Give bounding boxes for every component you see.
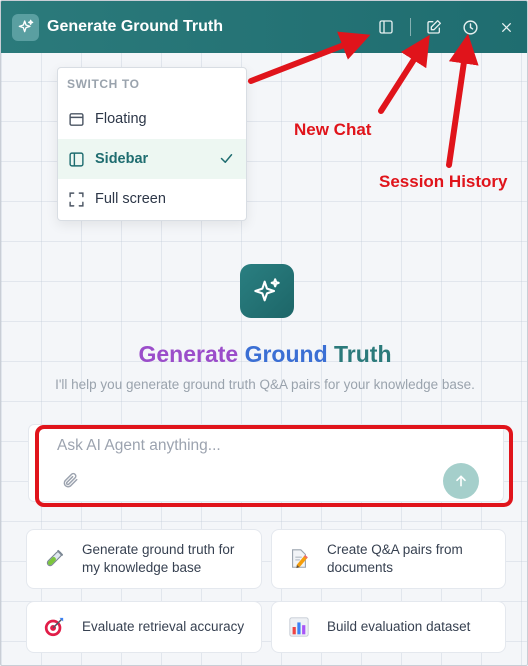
fullscreen-icon	[66, 189, 86, 209]
arrow-up-icon	[456, 475, 466, 487]
sidebar-toggle-icon	[379, 20, 393, 34]
suggestion-label: Evaluate retrieval accuracy	[82, 619, 245, 634]
new-chat-button[interactable]	[422, 15, 446, 39]
annotation-session-history: Session History	[379, 172, 508, 191]
arrow-to-new-chat	[378, 34, 430, 114]
menu-item-sidebar[interactable]: Sidebar	[58, 139, 246, 179]
menu-item-label: Floating	[95, 111, 147, 127]
menu-item-label: Sidebar	[95, 151, 149, 167]
new-chat-icon	[427, 20, 441, 34]
suggestion-card[interactable]: Generate ground truth for my knowledge b…	[26, 529, 262, 589]
hero-title-word-2: Ground	[244, 341, 328, 367]
checkmark-icon	[219, 151, 234, 170]
floating-window-icon	[66, 109, 86, 129]
header-divider	[410, 18, 411, 36]
hero-title-word-1: Generate	[138, 341, 239, 367]
suggestion-card[interactable]: Create Q&A pairs from documents	[271, 529, 506, 589]
menu-item-label: Full screen	[95, 191, 166, 207]
history-icon	[462, 19, 478, 35]
history-button[interactable]	[458, 15, 482, 39]
suggestion-card[interactable]: Evaluate retrieval accuracy	[26, 601, 262, 653]
chat-input[interactable]	[57, 435, 437, 457]
sidebar-icon	[66, 149, 86, 169]
attach-button[interactable]	[59, 469, 81, 491]
hero-title-word-3: Truth	[334, 341, 392, 367]
hero-title: Generate Ground Truth	[1, 341, 527, 368]
hero-sparkle-icon	[240, 264, 294, 318]
send-button[interactable]	[443, 463, 479, 499]
sparkle-icon	[12, 13, 39, 41]
close-icon	[501, 22, 511, 32]
suggestion-label: Generate ground truth for my knowledge b…	[82, 542, 235, 575]
menu-heading: SWITCH TO	[67, 77, 140, 91]
agent-panel: Generate Ground Truth SWITCH TO Floating…	[0, 0, 528, 666]
paperclip-icon	[63, 472, 78, 488]
bar-chart-icon	[287, 615, 311, 639]
suggestion-label: Build evaluation dataset	[327, 619, 471, 634]
test-tube-icon	[42, 547, 66, 571]
suggestion-card[interactable]: Build evaluation dataset	[271, 601, 506, 653]
hero-subtitle: I'll help you generate ground truth Q&A …	[55, 377, 475, 392]
arrow-to-history	[446, 33, 479, 168]
suggestion-label: Create Q&A pairs from documents	[327, 542, 463, 575]
document-pencil-icon	[287, 547, 311, 571]
panel-header: Generate Ground Truth	[1, 1, 527, 53]
target-icon	[42, 615, 66, 639]
panel-title: Generate Ground Truth	[47, 18, 224, 35]
close-button[interactable]	[494, 15, 518, 39]
view-mode-menu: SWITCH TO Floating Sidebar Full screen	[57, 67, 247, 221]
menu-item-fullscreen[interactable]: Full screen	[58, 179, 246, 219]
sidebar-toggle-button[interactable]	[374, 15, 398, 39]
menu-item-floating[interactable]: Floating	[58, 99, 246, 139]
annotation-new-chat: New Chat	[294, 120, 372, 139]
